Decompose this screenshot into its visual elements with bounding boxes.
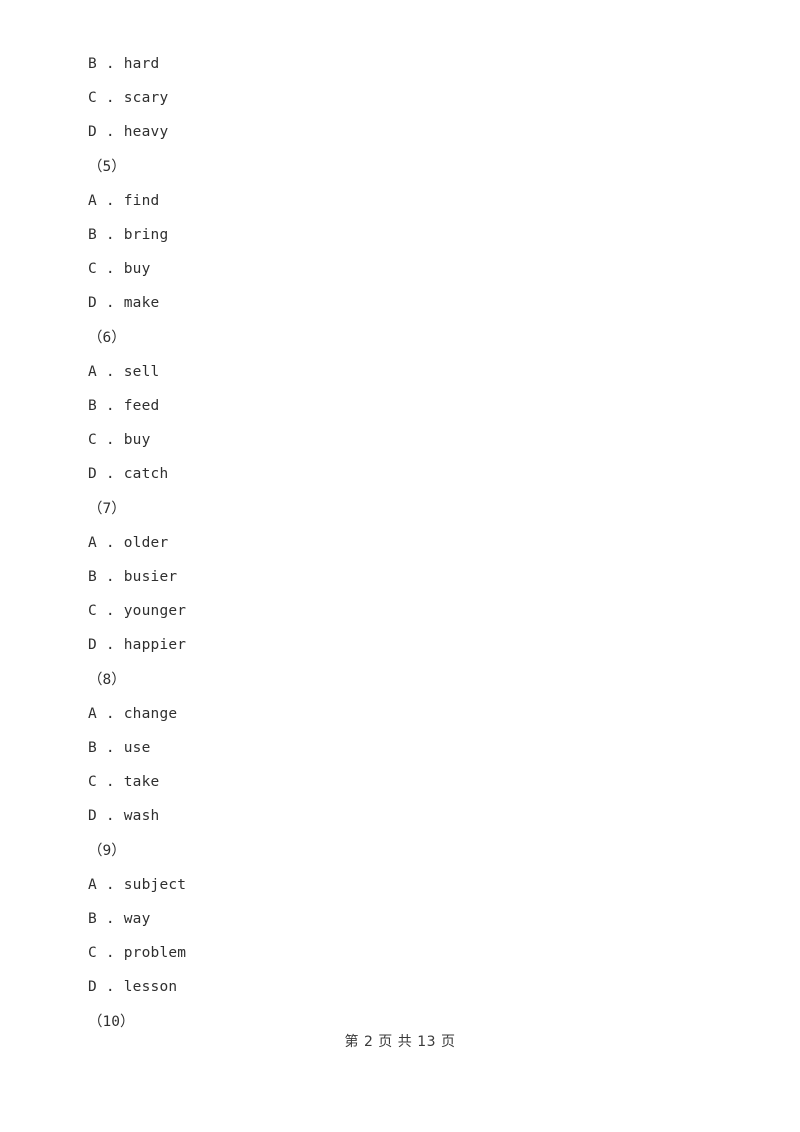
answer-option: B . busier <box>0 560 800 594</box>
answer-option: C . problem <box>0 936 800 970</box>
answer-option-label: B . busier <box>88 569 178 585</box>
answer-option-label: B . bring <box>88 227 169 243</box>
answer-option: B . use <box>0 731 800 765</box>
answer-option-label: B . use <box>88 740 151 756</box>
answer-option: B . way <box>0 902 800 936</box>
answer-option: D . happier <box>0 628 800 662</box>
answer-option: D . lesson <box>0 970 800 1004</box>
answer-option: C . buy <box>0 423 800 457</box>
answer-option-label: C . buy <box>88 432 151 449</box>
answer-option: D . heavy <box>0 115 800 149</box>
question-number-label: （7） <box>88 500 126 517</box>
answer-option-label: C . take <box>88 774 160 791</box>
answer-option-label: D . wash <box>88 808 160 825</box>
answer-option-label: D . heavy <box>88 124 169 141</box>
answer-option-label: C . scary <box>88 90 169 107</box>
question-number: （6） <box>0 321 800 355</box>
question-number-label: （8） <box>88 671 126 688</box>
answer-option-label: C . younger <box>88 603 187 620</box>
answer-option: A . older <box>0 526 800 560</box>
answer-option-label: D . catch <box>88 466 169 483</box>
answer-option-label: C . problem <box>88 945 187 962</box>
answer-option: B . hard <box>0 47 800 81</box>
answer-option: C . buy <box>0 252 800 286</box>
question-number-label: （5） <box>88 158 126 175</box>
answer-option: D . make <box>0 286 800 320</box>
answer-option: A . subject <box>0 868 800 902</box>
answer-option-label: D . make <box>88 295 160 312</box>
answer-option-label: A . older <box>88 534 169 551</box>
answer-option: A . sell <box>0 355 800 389</box>
answer-option-label: D . happier <box>88 637 187 654</box>
answer-option-label: A . change <box>88 705 178 722</box>
answer-option-label: A . sell <box>88 363 160 380</box>
answer-option-label: A . find <box>88 192 160 209</box>
question-number: （8） <box>0 663 800 697</box>
answer-option: C . take <box>0 765 800 799</box>
question-number: （7） <box>0 492 800 526</box>
answer-option: D . wash <box>0 799 800 833</box>
answer-option: A . find <box>0 184 800 218</box>
answer-option: C . scary <box>0 81 800 115</box>
answer-option: C . younger <box>0 594 800 628</box>
document-page: B . hard C . scary D . heavy （5） A . find B .… <box>0 0 800 1132</box>
question-number-label: （9） <box>88 842 126 859</box>
question-number: （5） <box>0 150 800 184</box>
page-footer: 第 2 页 共 13 页 <box>344 1034 456 1050</box>
question-number: （9） <box>0 834 800 868</box>
answer-option-label: B . feed <box>88 398 160 414</box>
answer-option-label: D . lesson <box>88 979 178 996</box>
answer-option-label: C . buy <box>88 261 151 278</box>
answer-option: B . bring <box>0 218 800 252</box>
answer-option-label: B . way <box>88 911 151 927</box>
question-number-label: （6） <box>88 329 126 346</box>
answer-option: D . catch <box>0 457 800 491</box>
answer-option: B . feed <box>0 389 800 423</box>
answer-option-label: A . subject <box>88 876 187 893</box>
answer-option: A . change <box>0 697 800 731</box>
answer-option-label: B . hard <box>88 56 160 72</box>
